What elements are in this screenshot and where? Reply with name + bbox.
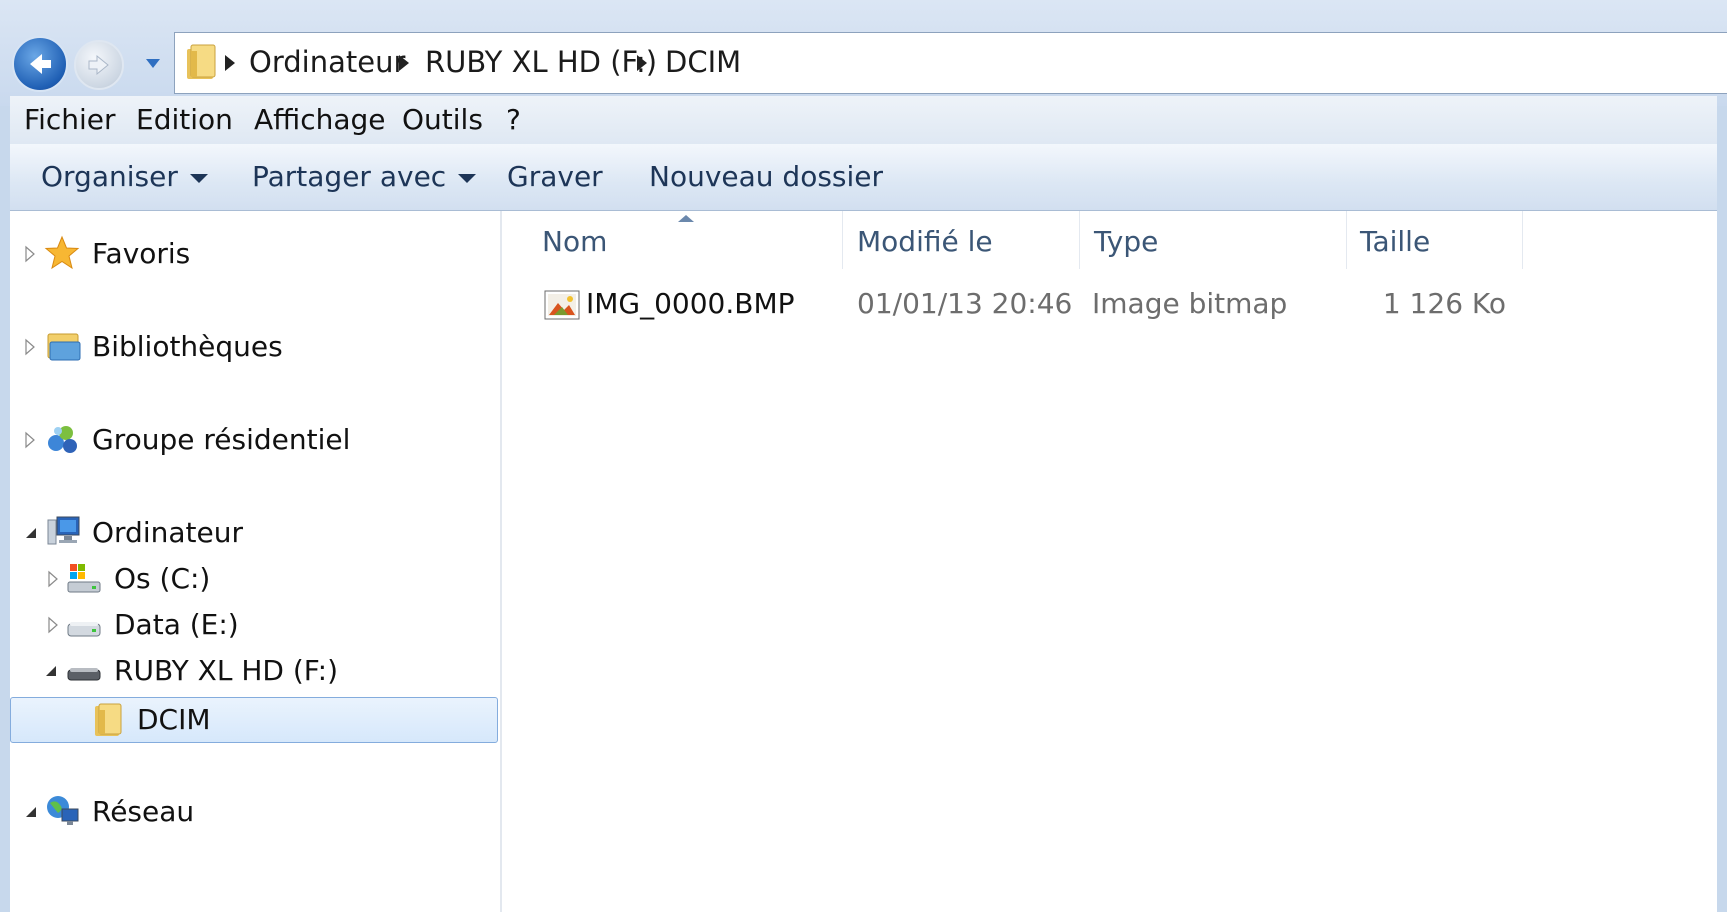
tree-item-dcim[interactable]: DCIM — [10, 697, 498, 743]
tree-label: Réseau — [92, 795, 195, 828]
tree-label: Bibliothèques — [92, 330, 283, 363]
computer-icon — [47, 516, 80, 545]
expand-arrow-icon[interactable] — [24, 338, 36, 356]
menu-bar: Fichier Edition Affichage Outils ? — [10, 96, 1717, 145]
column-header-type[interactable]: Type — [1094, 225, 1158, 259]
forward-button[interactable] — [74, 40, 124, 90]
breadcrumb-separator-icon[interactable] — [225, 55, 235, 71]
column-header-size[interactable]: Taille — [1360, 225, 1430, 259]
column-header-name[interactable]: Nom — [542, 225, 607, 259]
breadcrumb-drive[interactable]: RUBY XL HD (F:) — [425, 45, 657, 79]
breadcrumb-dcim[interactable]: DCIM — [665, 45, 741, 79]
tree-item-libraries[interactable]: Bibliothèques — [10, 326, 498, 370]
file-size: 1 126 Ko — [1382, 287, 1506, 320]
arrow-right-icon — [88, 54, 109, 76]
sort-ascending-icon — [678, 215, 694, 222]
file-modified: 01/01/13 20:46 — [857, 287, 1073, 320]
file-type: Image bitmap — [1092, 287, 1288, 320]
arrow-left-icon — [30, 54, 51, 74]
column-divider[interactable] — [1079, 211, 1080, 269]
menu-view[interactable]: Affichage — [254, 103, 386, 137]
tree-item-computer[interactable]: Ordinateur — [10, 512, 498, 556]
breadcrumb-separator-icon[interactable] — [637, 55, 647, 71]
tree-item-homegroup[interactable]: Groupe résidentiel — [10, 419, 498, 463]
folder-icon — [95, 703, 122, 736]
network-icon — [47, 796, 79, 825]
column-header-modified[interactable]: Modifié le — [857, 225, 993, 259]
recent-pages-dropdown-icon[interactable] — [144, 56, 162, 70]
file-name: IMG_0000.BMP — [586, 287, 795, 320]
address-bar-row: Ordinateur RUBY XL HD (F:) DCIM — [0, 0, 1727, 106]
tree-label: Favoris — [92, 237, 191, 270]
breadcrumb-separator-icon[interactable] — [399, 55, 409, 71]
burn-button[interactable]: Graver — [507, 160, 603, 194]
tree-item-drive-c[interactable]: Os (C:) — [10, 558, 498, 602]
collapse-arrow-icon[interactable] — [44, 664, 58, 678]
back-button[interactable] — [12, 36, 68, 92]
share-with-button[interactable]: Partager avec — [252, 160, 477, 194]
expand-arrow-icon[interactable] — [47, 616, 59, 634]
bitmap-image-icon — [544, 290, 580, 320]
share-label: Partager avec — [252, 160, 447, 193]
tree-item-favorites[interactable]: Favoris — [10, 233, 498, 277]
tree-label: Groupe résidentiel — [92, 423, 351, 456]
tree-label: Data (E:) — [114, 608, 239, 641]
collapse-arrow-icon[interactable] — [24, 805, 38, 819]
menu-edit[interactable]: Edition — [136, 103, 233, 137]
collapse-arrow-icon[interactable] — [24, 526, 38, 540]
tree-label: RUBY XL HD (F:) — [114, 654, 339, 687]
breadcrumb-computer[interactable]: Ordinateur — [249, 45, 405, 79]
column-divider[interactable] — [1346, 211, 1347, 269]
window-frame-left — [0, 0, 10, 912]
column-divider[interactable] — [842, 211, 843, 269]
tree-label: Ordinateur — [92, 516, 243, 549]
tree-label: DCIM — [137, 703, 211, 736]
removable-drive-icon — [67, 668, 101, 681]
address-bar[interactable]: Ordinateur RUBY XL HD (F:) DCIM — [174, 32, 1727, 94]
chevron-down-icon — [458, 173, 477, 183]
organize-label: Organiser — [41, 160, 178, 193]
tree-item-drive-e[interactable]: Data (E:) — [10, 604, 498, 648]
menu-help[interactable]: ? — [506, 103, 521, 137]
tree-item-drive-f[interactable]: RUBY XL HD (F:) — [10, 650, 498, 694]
homegroup-icon — [48, 426, 77, 453]
organize-button[interactable]: Organiser — [41, 160, 208, 194]
star-icon — [44, 235, 80, 270]
file-list: Nom Modifié le Type Taille IMG_0000.BMP … — [502, 211, 1717, 912]
window-frame-right — [1717, 0, 1727, 912]
navigation-pane: Favoris Bibliothèques Groupe résidentiel — [10, 211, 500, 912]
expand-arrow-icon[interactable] — [47, 570, 59, 588]
chevron-down-icon — [189, 173, 208, 183]
folder-icon — [187, 44, 216, 79]
expand-arrow-icon[interactable] — [24, 431, 36, 449]
system-drive-icon — [67, 564, 101, 593]
column-divider[interactable] — [1522, 211, 1523, 269]
new-folder-button[interactable]: Nouveau dossier — [649, 160, 883, 194]
menu-tools[interactable]: Outils — [402, 103, 483, 137]
expand-arrow-icon[interactable] — [24, 245, 36, 263]
tree-item-network[interactable]: Réseau — [10, 791, 498, 835]
library-icon — [47, 333, 81, 361]
command-bar: Organiser Partager avec Graver Nouveau d… — [10, 144, 1717, 211]
tree-label: Os (C:) — [114, 562, 211, 595]
menu-file[interactable]: Fichier — [24, 103, 116, 137]
hard-drive-icon — [67, 622, 101, 637]
